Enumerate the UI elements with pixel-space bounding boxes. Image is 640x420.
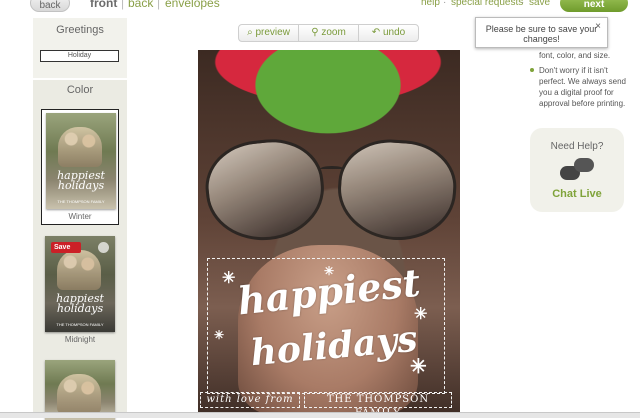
zoom-button[interactable]: ⚲ zoom — [299, 25, 359, 41]
back-button[interactable]: back — [30, 0, 70, 12]
tab-separator: | — [121, 0, 125, 10]
thumbnail-label: Winter — [68, 212, 92, 221]
preview-button[interactable]: ⌕ preview — [239, 25, 299, 41]
tooltip-text: Please be sure to save your changes! — [485, 24, 598, 44]
taskbar-strip — [0, 412, 640, 418]
pin-save-label: Save — [54, 244, 71, 251]
zoom-label: zoom — [321, 27, 346, 38]
color-section: Color happiest holidays THE THOMPSON FAM… — [33, 80, 127, 420]
next-button[interactable]: next — [560, 0, 628, 12]
chat-bubbles-icon[interactable] — [560, 158, 596, 184]
link-separator: · — [521, 0, 525, 8]
color-option-third[interactable] — [41, 360, 119, 420]
thumbnail-label: Midnight — [64, 335, 96, 344]
preview-label: preview — [255, 27, 290, 38]
thumbnail-image — [45, 360, 115, 420]
greeting-line-1: happiest — [235, 259, 423, 324]
selected-frame: happiest holidays THE THOMPSON FAMILY Wi… — [41, 109, 119, 225]
color-option-midnight[interactable]: happiest holidays THE THOMPSON FAMILY Sa… — [41, 236, 119, 344]
thumbnail-image: happiest holidays THE THOMPSON FAMILY — [46, 113, 116, 209]
tab-front[interactable]: front — [90, 0, 117, 10]
greetings-title: Greetings — [56, 24, 104, 36]
tip-item: font, color, and size. — [530, 50, 630, 61]
tab-envelopes[interactable]: envelopes — [165, 0, 220, 10]
family-photo — [57, 250, 101, 290]
need-help-title: Need Help? — [550, 141, 604, 152]
undo-button[interactable]: ↶ undo — [359, 25, 418, 41]
greeting-line-2: holidays — [248, 317, 420, 375]
signoff: with love from THE THOMPSON FAMILY — [200, 392, 458, 418]
chat-bubble-front — [574, 158, 594, 172]
family-name-field[interactable]: THE THOMPSON FAMILY — [304, 392, 452, 418]
thumbnail-greeting: happiest holidays — [56, 292, 104, 315]
help-link[interactable]: help — [421, 0, 440, 8]
undo-arrow-icon: ↶ — [371, 27, 381, 38]
zoom-icon: ⚲ — [311, 27, 319, 38]
special-requests-link[interactable]: special requests — [451, 0, 523, 8]
greeting-artwork: ✳ ✳ ✳ ✳ ✳ happiest holidays — [214, 259, 440, 390]
bullet-icon — [530, 68, 534, 72]
expand-icon[interactable] — [98, 242, 109, 253]
tab-back[interactable]: back — [128, 0, 153, 10]
snowflake-icon: ✳ — [214, 328, 225, 342]
greetings-section: Greetings Holiday — [33, 18, 127, 78]
tip-text: font, color, and size. — [539, 51, 611, 60]
right-lens — [334, 136, 460, 244]
family-photo — [58, 127, 102, 167]
undo-label: undo — [382, 27, 406, 38]
save-reminder-tooltip: Please be sure to save your changes! × — [475, 17, 608, 48]
top-navigation: back front | back | envelopes help · spe… — [0, 0, 640, 16]
help-panel: Need Help? Chat Live — [530, 128, 624, 212]
card-toolbar: ⌕ preview ⚲ zoom ↶ undo — [238, 24, 419, 42]
link-separator: · — [443, 0, 447, 8]
color-title: Color — [66, 84, 94, 96]
tip-item: Don't worry if it isn't perfect. We alwa… — [530, 65, 630, 109]
thumbnail-family-name: THE THOMPSON FAMILY — [56, 322, 104, 327]
family-photo — [57, 374, 101, 414]
design-tips: font, color, and size. Don't worry if it… — [530, 50, 630, 113]
color-option-winter[interactable]: happiest holidays THE THOMPSON FAMILY Wi… — [41, 109, 119, 225]
chat-live-link[interactable]: Chat Live — [530, 188, 624, 200]
thumbnail-family-name: THE THOMPSON FAMILY — [57, 199, 105, 204]
save-link[interactable]: save — [529, 0, 550, 8]
tab-separator: | — [157, 0, 161, 10]
thumbnail-image: happiest holidays THE THOMPSON FAMILY Sa… — [45, 236, 115, 332]
magnifier-icon: ⌕ — [247, 27, 253, 38]
thumbnail-greeting: happiest holidays — [57, 169, 105, 192]
close-icon[interactable]: × — [595, 22, 601, 32]
options-sidebar: Greetings Holiday Color happiest holiday… — [33, 18, 127, 420]
greeting-option-holiday[interactable]: Holiday — [40, 50, 119, 62]
pinterest-save-button[interactable]: Save — [51, 242, 81, 253]
tip-text: Don't worry if it isn't perfect. We alwa… — [539, 66, 627, 108]
signoff-phrase[interactable]: with love from — [200, 392, 300, 408]
left-lens — [201, 134, 329, 246]
photo-sunglasses — [201, 134, 460, 250]
card-preview: ✳ ✳ ✳ ✳ ✳ happiest holidays with love fr… — [198, 50, 460, 418]
